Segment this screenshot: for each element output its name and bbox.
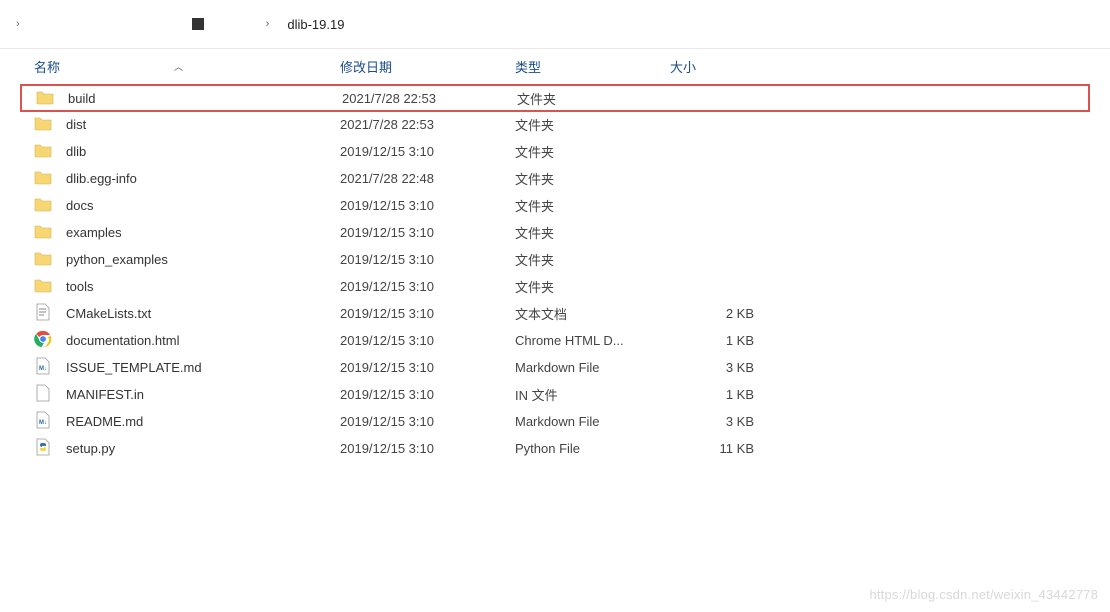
file-name: README.md [66, 414, 340, 429]
file-date: 2019/12/15 3:10 [340, 414, 515, 429]
table-row[interactable]: CMakeLists.txt2019/12/15 3:10文本文档2 KB [20, 300, 1090, 327]
chrome-icon [34, 330, 52, 351]
file-size: 3 KB [670, 414, 760, 429]
file-date: 2019/12/15 3:10 [340, 441, 515, 456]
file-size: 3 KB [670, 360, 760, 375]
column-header-size[interactable]: 大小 [670, 57, 760, 76]
file-name: python_examples [66, 252, 340, 267]
file-date: 2019/12/15 3:10 [340, 387, 515, 402]
file-name: examples [66, 225, 340, 240]
column-header-date[interactable]: 修改日期 [340, 57, 515, 76]
table-row[interactable]: dist2021/7/28 22:53文件夹 [20, 111, 1090, 138]
stop-icon [192, 18, 204, 30]
folder-icon [34, 222, 52, 243]
breadcrumb[interactable]: › › dlib-19.19 [0, 0, 1110, 48]
table-row[interactable]: docs2019/12/15 3:10文件夹 [20, 192, 1090, 219]
file-icon [34, 384, 52, 405]
column-headers: 名称 ︿ 修改日期 类型 大小 [20, 49, 1090, 85]
folder-icon [34, 249, 52, 270]
svg-text:M↓: M↓ [39, 420, 47, 426]
sort-ascending-icon: ︿ [174, 60, 183, 73]
file-type: 文件夹 [515, 169, 670, 188]
chevron-right-icon: › [10, 18, 26, 30]
svg-text:M↓: M↓ [39, 366, 47, 372]
file-date: 2019/12/15 3:10 [340, 144, 515, 159]
watermark: https://blog.csdn.net/weixin_43442778 [869, 587, 1098, 602]
file-type: 文件夹 [515, 142, 670, 161]
file-name: dist [66, 117, 340, 132]
file-type: 文件夹 [515, 115, 670, 134]
file-name: dlib [66, 144, 340, 159]
file-type: 文件夹 [515, 250, 670, 269]
file-type: Python File [515, 441, 670, 456]
file-date: 2019/12/15 3:10 [340, 279, 515, 294]
file-name: MANIFEST.in [66, 387, 340, 402]
breadcrumb-current[interactable]: dlib-19.19 [283, 17, 348, 32]
file-name: ISSUE_TEMPLATE.md [66, 360, 340, 375]
table-row[interactable]: dlib.egg-info2021/7/28 22:48文件夹 [20, 165, 1090, 192]
file-type: 文本文档 [515, 304, 670, 323]
file-name: documentation.html [66, 333, 340, 348]
file-name: tools [66, 279, 340, 294]
file-size: 11 KB [670, 441, 760, 456]
file-date: 2019/12/15 3:10 [340, 306, 515, 321]
file-type: Markdown File [515, 360, 670, 375]
table-row[interactable]: documentation.html2019/12/15 3:10Chrome … [20, 327, 1090, 354]
table-row[interactable]: dlib2019/12/15 3:10文件夹 [20, 138, 1090, 165]
file-date: 2021/7/28 22:53 [342, 91, 517, 106]
folder-icon [34, 168, 52, 189]
file-name: docs [66, 198, 340, 213]
column-header-name-label: 名称 [34, 57, 60, 76]
chevron-right-icon: › [260, 18, 276, 30]
file-name: setup.py [66, 441, 340, 456]
column-header-type[interactable]: 类型 [515, 57, 670, 76]
file-date: 2019/12/15 3:10 [340, 333, 515, 348]
file-size: 1 KB [670, 387, 760, 402]
text-file-icon [34, 303, 52, 324]
file-type: 文件夹 [515, 223, 670, 242]
folder-icon [34, 114, 52, 135]
table-row[interactable]: M↓ README.md2019/12/15 3:10Markdown File3… [20, 408, 1090, 435]
python-file-icon [34, 438, 52, 459]
file-date: 2019/12/15 3:10 [340, 252, 515, 267]
markdown-file-icon: M↓ [34, 411, 52, 432]
column-header-name[interactable]: 名称 ︿ [20, 57, 340, 76]
file-type: Markdown File [515, 414, 670, 429]
file-list: 名称 ︿ 修改日期 类型 大小 build2021/7/28 22:53文件夹d… [0, 48, 1110, 462]
file-name: build [68, 91, 342, 106]
file-type: 文件夹 [515, 277, 670, 296]
file-name: dlib.egg-info [66, 171, 340, 186]
markdown-file-icon: M↓ [34, 357, 52, 378]
folder-icon [34, 276, 52, 297]
file-size: 2 KB [670, 306, 760, 321]
file-date: 2021/7/28 22:53 [340, 117, 515, 132]
file-date: 2019/12/15 3:10 [340, 198, 515, 213]
file-type: 文件夹 [517, 89, 672, 108]
folder-icon [36, 88, 54, 109]
table-row[interactable]: setup.py2019/12/15 3:10Python File11 KB [20, 435, 1090, 462]
table-row[interactable]: build2021/7/28 22:53文件夹 [20, 84, 1090, 112]
folder-icon [34, 141, 52, 162]
file-type: IN 文件 [515, 385, 670, 404]
file-date: 2019/12/15 3:10 [340, 225, 515, 240]
file-date: 2019/12/15 3:10 [340, 360, 515, 375]
table-row[interactable]: examples2019/12/15 3:10文件夹 [20, 219, 1090, 246]
file-name: CMakeLists.txt [66, 306, 340, 321]
table-row[interactable]: MANIFEST.in2019/12/15 3:10IN 文件1 KB [20, 381, 1090, 408]
file-date: 2021/7/28 22:48 [340, 171, 515, 186]
folder-icon [34, 195, 52, 216]
table-row[interactable]: tools2019/12/15 3:10文件夹 [20, 273, 1090, 300]
file-type: Chrome HTML D... [515, 333, 670, 348]
table-row[interactable]: python_examples2019/12/15 3:10文件夹 [20, 246, 1090, 273]
file-type: 文件夹 [515, 196, 670, 215]
file-size: 1 KB [670, 333, 760, 348]
table-row[interactable]: M↓ ISSUE_TEMPLATE.md2019/12/15 3:10Markdo… [20, 354, 1090, 381]
